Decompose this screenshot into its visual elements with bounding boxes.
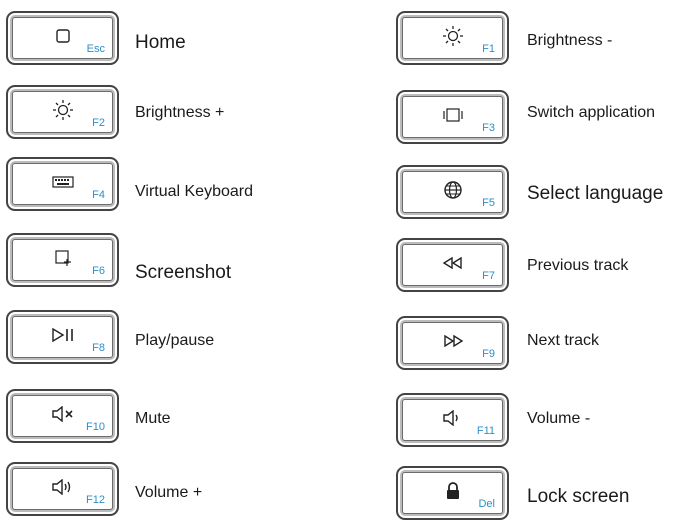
screenshot-key[interactable]: F6 (6, 233, 119, 287)
play-pause-key[interactable]: F8 (6, 310, 119, 364)
key-fn-label: F7 (482, 270, 495, 282)
next-track-label: Next track (527, 332, 600, 349)
switch-application-key[interactable]: F3 (396, 90, 509, 144)
mute-label: Mute (135, 410, 171, 427)
key-fn-label: F6 (92, 265, 105, 277)
virtual-keyboard-key[interactable]: F4 (6, 157, 119, 211)
key-fn-label: F2 (92, 117, 105, 129)
lock-screen-label: Lock screen (527, 486, 630, 507)
virtual-keyboard-label: Virtual Keyboard (135, 183, 253, 200)
previous-track-label: Previous track (527, 257, 629, 274)
brightness-down-label: Brightness - (527, 32, 613, 49)
key-fn-label: Del (478, 498, 495, 510)
key-fn-label: F5 (482, 197, 495, 209)
key-fn-label: F1 (482, 43, 495, 55)
lock-screen-key[interactable]: Del (396, 466, 509, 520)
key-fn-label: F8 (92, 342, 105, 354)
switch-application-label: Switch application (527, 104, 656, 121)
key-fn-label: F10 (86, 421, 105, 433)
key-fn-label: F9 (482, 348, 495, 360)
home-label: Home (135, 32, 186, 53)
next-track-key[interactable]: F9 (396, 316, 509, 370)
screenshot-label: Screenshot (135, 262, 232, 283)
key-fn-label: F3 (482, 122, 495, 134)
home-key[interactable]: Esc (6, 11, 119, 65)
key-fn-label: F4 (92, 189, 105, 201)
volume-down-key[interactable]: F11 (396, 393, 509, 447)
brightness-down-key[interactable]: F1 (396, 11, 509, 65)
key-fn-label: F12 (86, 494, 105, 506)
select-language-key[interactable]: F5 (396, 165, 509, 219)
mute-key[interactable]: F10 (6, 389, 119, 443)
select-language-label: Select language (527, 183, 664, 204)
brightness-up-key[interactable]: F2 (6, 85, 119, 139)
volume-up-key[interactable]: F12 (6, 462, 119, 516)
previous-track-key[interactable]: F7 (396, 238, 509, 292)
volume-up-label: Volume + (135, 484, 203, 501)
volume-down-label: Volume - (527, 410, 591, 427)
play-pause-label: Play/pause (135, 332, 215, 349)
brightness-up-label: Brightness + (135, 104, 225, 121)
key-fn-label: Esc (86, 43, 105, 55)
key-fn-label: F11 (476, 425, 495, 437)
